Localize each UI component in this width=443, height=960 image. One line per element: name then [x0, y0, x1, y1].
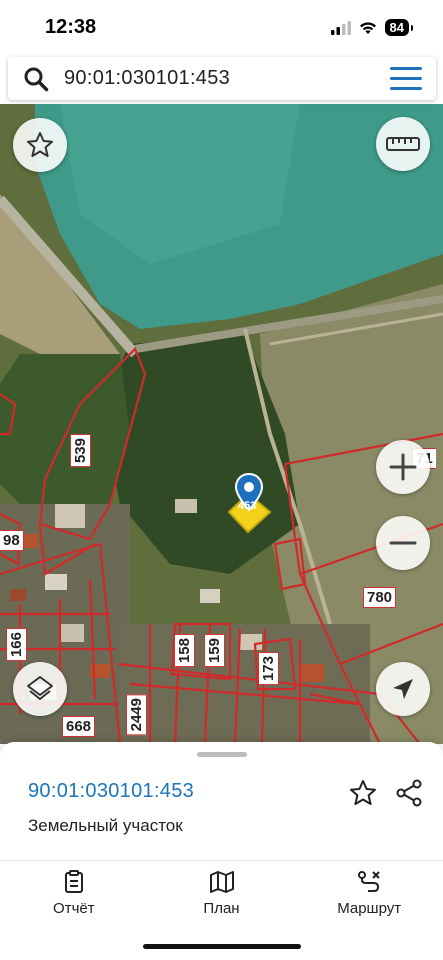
sheet-drag-handle[interactable] [197, 752, 247, 757]
tab-report[interactable]: Отчёт [0, 864, 148, 924]
route-icon [358, 871, 380, 892]
status-bar: 12:38 84 [0, 0, 443, 54]
bottom-tab-bar: Отчёт План Маршрут [0, 864, 443, 924]
object-type: Земельный участок [28, 816, 183, 835]
map-view[interactable]: 539 98 166 158 159 173 668 2449 780 71 4… [0, 104, 443, 744]
parcel-label: 2449 [126, 694, 147, 736]
map-icon [209, 871, 234, 893]
parcel-label: 166 [6, 628, 27, 662]
my-location-button[interactable] [376, 662, 430, 716]
parcel-details-sheet[interactable]: 90:01:030101:453 Земельный участок [0, 742, 443, 960]
parcel-label: 173 [258, 652, 279, 686]
parcel-label: 780 [363, 587, 397, 608]
cadastral-number[interactable]: 90:01:030101:453 [28, 780, 194, 803]
search-bar[interactable]: 90:01:030101:453 [8, 57, 436, 100]
parcel-label: 98 [0, 530, 24, 551]
tab-plan[interactable]: План [148, 864, 296, 924]
add-favorite-button[interactable] [348, 778, 378, 813]
zoom-out-button[interactable] [376, 516, 430, 570]
minus-icon [389, 541, 417, 545]
layers-icon [27, 676, 53, 700]
share-icon [396, 779, 422, 807]
favorite-map-button[interactable] [13, 118, 67, 172]
parcel-label: 539 [70, 434, 91, 468]
parcel-label: 158 [174, 634, 195, 668]
divider [0, 860, 443, 861]
share-button[interactable] [394, 778, 424, 813]
signal-icon [330, 20, 351, 35]
hamburger-menu-icon[interactable] [376, 67, 436, 90]
zoom-in-button[interactable] [376, 440, 430, 494]
star-icon [27, 132, 53, 157]
status-icons: 84 [330, 19, 414, 36]
ruler-icon [386, 137, 420, 151]
search-input[interactable]: 90:01:030101:453 [64, 67, 376, 90]
selected-parcel-label: 453 [238, 500, 257, 512]
search-icon[interactable] [8, 66, 64, 92]
wifi-icon [359, 21, 376, 34]
parcel-label: 159 [204, 634, 225, 668]
tab-route[interactable]: Маршрут [295, 864, 443, 924]
tab-label: План [203, 900, 240, 917]
plus-icon [389, 453, 417, 481]
tab-label: Маршрут [337, 900, 402, 917]
tab-label: Отчёт [53, 900, 95, 917]
status-time: 12:38 [45, 16, 97, 38]
layers-button[interactable] [13, 662, 67, 716]
navigation-arrow-icon [393, 679, 413, 699]
home-indicator[interactable] [143, 944, 301, 949]
parcel-label: 668 [62, 716, 96, 737]
report-icon [64, 870, 83, 893]
ruler-button[interactable] [376, 117, 430, 171]
battery-indicator: 84 [384, 19, 414, 36]
star-icon [350, 780, 376, 805]
